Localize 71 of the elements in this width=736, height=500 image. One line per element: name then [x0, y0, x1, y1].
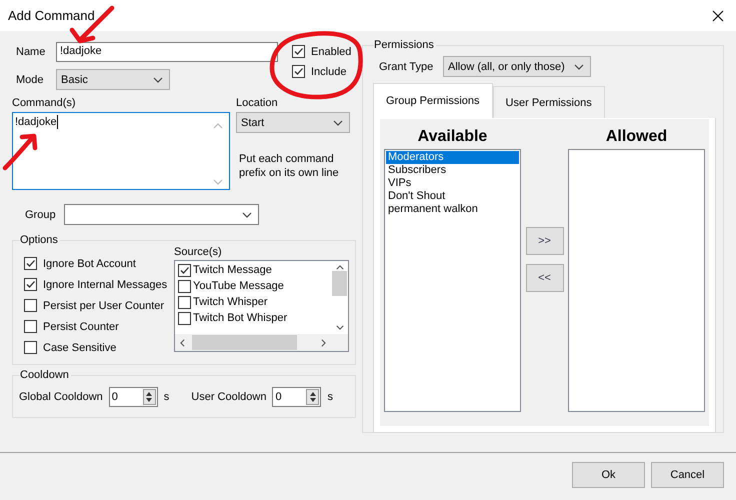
move-button[interactable]: >> [526, 227, 564, 255]
field-label: Name [15, 46, 46, 58]
chevron-left-icon[interactable] [180, 338, 185, 346]
group-title: Cooldown [20, 369, 70, 381]
checkbox-label: Persist per User Counter [43, 300, 164, 312]
number-field[interactable]: 0 [108, 387, 158, 407]
field-label: Location [236, 97, 279, 109]
dialog-button[interactable]: Ok [572, 462, 645, 488]
field-label: Global Cooldown [19, 391, 103, 403]
annotation-arrow [2, 134, 38, 170]
group-dropdown[interactable] [64, 204, 259, 225]
checkbox-label: Case Sensitive [43, 342, 116, 354]
chevron-down-icon [333, 120, 343, 126]
field-label: Group [24, 208, 57, 220]
checkbox-label: Enabled [311, 46, 352, 58]
list-heading: Available [418, 127, 488, 147]
checkbox[interactable] [178, 312, 191, 324]
hint-text: Put each command prefix on its own line [239, 152, 340, 180]
checkbox[interactable] [178, 280, 191, 292]
group-title: Options [20, 234, 59, 246]
checkbox[interactable] [178, 296, 191, 308]
checkbox[interactable] [292, 45, 305, 58]
list-item[interactable]: Twitch Whisper [193, 296, 268, 308]
field-label: User Cooldown [191, 391, 266, 403]
list-item[interactable]: Twitch Message [193, 264, 272, 276]
list-heading: Allowed [606, 127, 668, 147]
chevron-down-icon[interactable] [336, 325, 344, 330]
checkbox[interactable] [24, 299, 37, 312]
mode-dropdown[interactable]: Basic [56, 69, 170, 90]
close-icon[interactable] [712, 10, 724, 22]
checkbox[interactable] [178, 264, 191, 276]
field-label: Mode [15, 74, 45, 86]
scrollbar[interactable] [175, 334, 348, 351]
checkbox[interactable] [24, 257, 37, 270]
checkbox-label: Include [311, 66, 346, 78]
chevron-down-icon [574, 64, 584, 70]
field-label: Source(s) [174, 246, 223, 258]
field-label: Grant Type [379, 60, 434, 72]
name-field[interactable]: !dadjoke [56, 42, 278, 62]
dialog-button[interactable]: Cancel [651, 462, 724, 488]
chevron-down-icon [242, 212, 252, 218]
number-field[interactable]: 0 [272, 387, 322, 407]
list-item[interactable]: permanent walkon [386, 203, 519, 216]
group-title: Permissions [374, 39, 435, 51]
chevron-right-icon[interactable] [321, 338, 326, 346]
list-item[interactable]: VIPs [386, 177, 519, 190]
tab[interactable]: User Permissions [492, 86, 605, 118]
list-item[interactable]: Twitch Bot Whisper [193, 312, 288, 324]
checkbox[interactable] [24, 320, 37, 333]
list-item[interactable]: Don't Shout [386, 190, 519, 203]
spin-buttons[interactable] [142, 389, 156, 405]
checkbox-label: Persist Counter [43, 320, 119, 332]
chevron-down-icon [153, 76, 163, 82]
unit-label: s [327, 391, 333, 403]
move-button[interactable]: << [526, 264, 564, 292]
field-label: Command(s) [12, 97, 77, 109]
location-dropdown[interactable]: Start [236, 112, 350, 133]
list-item[interactable]: Subscribers [386, 164, 519, 177]
spin-buttons[interactable] [306, 389, 320, 405]
list-item[interactable]: YouTube Message [193, 280, 284, 292]
checkbox[interactable] [24, 278, 37, 291]
unit-label: s [164, 391, 170, 403]
window-title: Add Command [8, 8, 95, 23]
list-item[interactable]: Moderators [386, 151, 519, 164]
tab[interactable]: Group Permissions [373, 83, 493, 118]
checkbox[interactable] [292, 65, 305, 78]
chevron-up-icon[interactable] [336, 265, 344, 270]
checkbox[interactable] [24, 341, 37, 354]
checkbox-label: Ignore Internal Messages [43, 278, 168, 290]
grant-type-dropdown[interactable]: Allow (all, or only those) [443, 56, 591, 77]
checkbox-label: Ignore Bot Account [43, 258, 136, 270]
